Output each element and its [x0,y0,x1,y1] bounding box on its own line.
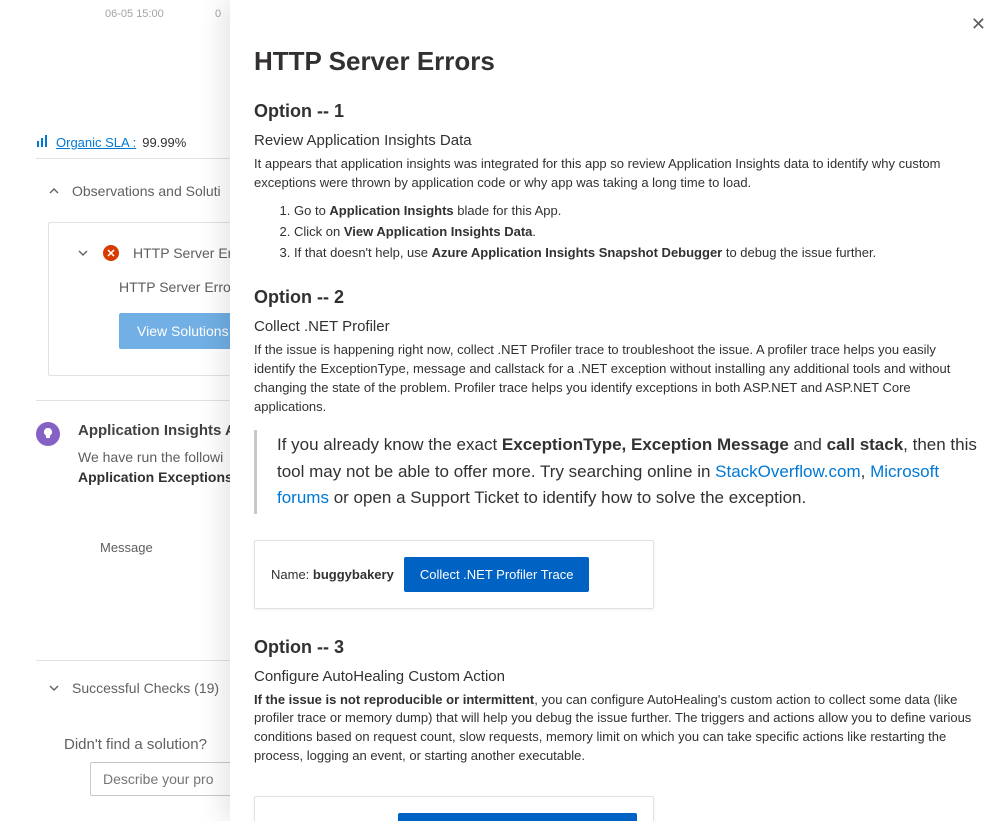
option-3-action-box: Name: buggybakery Configure AutoHealing … [254,796,654,821]
option-3-subtitle: Configure AutoHealing Custom Action [254,668,978,685]
text: If that doesn't help, use [294,245,432,260]
text-bold: Application Insights [329,203,453,218]
observations-section-header[interactable]: Observations and Soluti [48,183,221,199]
sla-link[interactable]: Organic SLA : [56,135,136,150]
option-2-heading: Option -- 2 [254,287,978,308]
text: and [789,435,827,454]
insights-block: Application Insights A We have run the f… [36,422,236,488]
sla-value: 99.99% [142,135,186,150]
option-1-step-2: Click on View Application Insights Data. [294,222,978,242]
close-icon[interactable]: ✕ [971,14,986,35]
text-bold: call stack [827,435,904,454]
panel-title: HTTP Server Errors [254,46,978,77]
lightbulb-icon [36,422,60,446]
chevron-down-icon [48,682,60,694]
chevron-down-icon[interactable] [77,247,89,259]
successful-checks-label: Successful Checks (19) [72,680,219,696]
text: Click on [294,224,344,239]
option-1-para: It appears that application insights was… [254,155,978,193]
app-name: buggybakery [313,567,394,582]
text: blade for this App. [454,203,562,218]
chart-tick-2: 0 [215,8,221,20]
option-1-steps: Go to Application Insights blade for thi… [294,201,978,263]
option-3-heading: Option -- 3 [254,637,978,658]
option-2-callout: If you already know the exact ExceptionT… [254,430,978,513]
option-2-para: If the issue is happening right now, col… [254,341,978,416]
bar-chart-icon [36,134,50,151]
no-solution-label: Didn't find a solution? [64,736,207,753]
view-solutions-button[interactable]: View Solutions [119,313,247,349]
text: Name: [271,567,313,582]
text: Go to [294,203,329,218]
name-label: Name: buggybakery [271,567,394,582]
text-bold: View Application Insights Data [344,224,533,239]
insights-desc-text: We have run the followi [78,449,223,465]
insights-desc: We have run the followi Application Exce… [78,447,236,488]
text: or open a Support Ticket to identify how… [329,488,806,507]
collect-profiler-button[interactable]: Collect .NET Profiler Trace [404,557,590,592]
text: If you already know the exact [277,435,502,454]
option-1-step-1: Go to Application Insights blade for thi… [294,201,978,221]
error-icon: ✕ [103,245,119,261]
option-3-para: If the issue is not reproducible or inte… [254,691,978,766]
message-column-header: Message [100,540,153,555]
text-bold: ExceptionType, Exception Message [502,435,789,454]
observations-label: Observations and Soluti [72,183,221,199]
text-bold: Azure Application Insights Snapshot Debu… [432,245,723,260]
option-2-action-box: Name: buggybakery Collect .NET Profiler … [254,540,654,609]
stackoverflow-link[interactable]: StackOverflow.com [715,462,861,481]
text: , [861,462,870,481]
option-1-heading: Option -- 1 [254,101,978,122]
chevron-up-icon [48,185,60,197]
insights-title: Application Insights A [78,422,236,439]
text-bold: If the issue is not reproducible or inte… [254,692,534,707]
text: . [532,224,536,239]
text: to debug the issue further. [722,245,876,260]
chart-tick-1: 06-05 15:00 [105,8,164,20]
insights-desc-bold: Application Exceptions [78,469,233,485]
successful-checks-header[interactable]: Successful Checks (19) [48,680,219,696]
solutions-panel: ✕ HTTP Server Errors Option -- 1 Review … [230,0,1000,821]
configure-autohealing-button[interactable]: Configure AutoHealing Custom Action [398,813,637,821]
sla-row: Organic SLA : 99.99% [36,134,186,151]
option-2-subtitle: Collect .NET Profiler [254,318,978,335]
option-1-subtitle: Review Application Insights Data [254,132,978,149]
option-1-step-3: If that doesn't help, use Azure Applicat… [294,243,978,263]
